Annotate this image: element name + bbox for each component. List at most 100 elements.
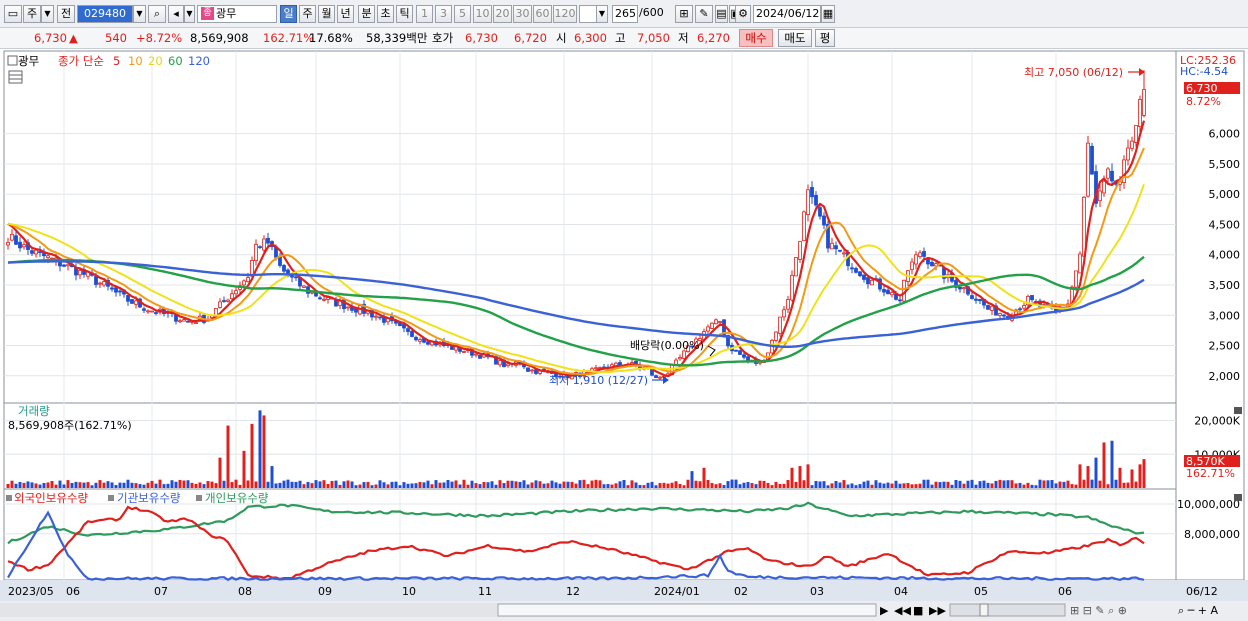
volume-bar [750,483,754,488]
volume-bar [630,480,634,488]
date-tick-label: 06 [66,585,80,598]
stop-icon[interactable]: ■ [913,604,923,617]
period-year[interactable]: 년 [337,5,354,23]
speaker-icon[interactable]: ◂ [168,5,184,23]
candle-body [258,246,262,249]
volume-bar [802,480,806,488]
volume-panel-close-icon[interactable] [1234,407,1242,414]
scrollbar-thumb[interactable] [497,603,877,617]
volume-bar [626,485,630,488]
stock-name-field[interactable]: 종 광무 [197,5,277,23]
zoom-slider[interactable] [949,603,1066,617]
interval-dropdown-icon[interactable]: ▼ [596,5,608,23]
average-button[interactable]: 평 [815,29,835,47]
candle-body [262,238,266,251]
price-tick-label: 5,000 [1209,188,1241,201]
volume-bar [366,481,370,488]
bar-count-input[interactable]: 265 [612,5,638,23]
interval-1[interactable]: 1 [416,5,433,23]
volume-bar [414,483,418,488]
stock-chart[interactable]: 2,000 2,500 3,000 3,500 4,000 4,500 5,000 5,500… [0,50,1248,621]
volume-bar [402,482,406,488]
market-dropdown-icon[interactable]: ▼ [41,5,54,23]
settings-icon[interactable]: ⚙ [735,5,751,23]
prev-button[interactable]: 전 [57,5,75,23]
volume-bar [1062,481,1066,488]
screen-icon[interactable]: ▤ [715,5,728,23]
interval-3[interactable]: 3 [435,5,452,23]
candle-body [526,367,530,372]
legend-marker-icon[interactable] [7,55,18,66]
interval-10[interactable]: 10 [473,5,492,23]
volume-bar [54,484,58,488]
period-month[interactable]: 월 [318,5,335,23]
interval-60[interactable]: 60 [533,5,552,23]
zoom-controls-icon[interactable]: ⌕ ─ + A [1178,604,1218,617]
holdings-panel-close-icon[interactable] [1234,494,1242,501]
candle-body [1102,180,1106,194]
volume-bar [614,483,618,488]
volume-bar [778,483,782,488]
volume-bar [866,480,870,488]
volume-bar [926,479,930,488]
date-tick-label: 11 [478,585,492,598]
volume-bar [134,483,138,488]
volume-bar [1130,469,1134,488]
volume-bar [206,481,210,488]
code-dropdown-icon[interactable]: ▼ [133,5,146,23]
date-input[interactable]: 2024/06/12 [753,5,821,23]
volume-bar [886,482,890,488]
stock-code-input[interactable]: 029480 [77,5,133,23]
interval-20[interactable]: 20 [493,5,512,23]
speaker-dropdown-icon[interactable]: ▼ [184,5,195,23]
zoom-slider-thumb[interactable] [979,603,989,617]
volume-bar [642,485,646,488]
interval-120[interactable]: 120 [553,5,577,23]
volume-bar [562,481,566,488]
volume-bar [110,482,114,488]
first-page-icon[interactable]: ◀◀ [894,604,911,617]
interval-30[interactable]: 30 [513,5,532,23]
search-icon[interactable]: ⌕ [148,5,166,23]
volume-bar [34,483,38,488]
chart-tools-icon[interactable]: ⊞ ⊟ ✎ ⌕ ⊕ [1070,604,1127,617]
ask-price: 6,730 [465,31,498,45]
volume-bar [966,480,970,488]
indicator-table-icon[interactable] [8,70,23,84]
window-menu-icon[interactable]: ▭ [4,5,22,23]
candle-body [322,298,326,301]
up-arrow-icon: ▲ [69,31,78,45]
volume-bar [570,481,574,488]
volume-legend-label: 거래량 [18,404,50,418]
interval-5[interactable]: 5 [454,5,471,23]
period-tick[interactable]: 틱 [396,5,413,23]
period-minute[interactable]: 분 [358,5,375,23]
candle-body [898,299,902,302]
draw-tool-icon[interactable]: ✎ [695,5,713,23]
buy-button[interactable]: 매수 [739,29,773,47]
candle-body [962,287,966,290]
volume-bar [1046,480,1050,488]
candle-body [818,207,822,217]
volume-bar [222,480,226,488]
volume-bar [378,480,382,488]
candle-body [886,289,890,295]
volume-bar [74,481,78,488]
market-select[interactable]: 주 [23,5,41,23]
volume-bar [330,480,334,488]
period-day[interactable]: 일 [280,5,297,23]
scroll-right-icon[interactable]: ▶ [880,604,889,617]
period-week[interactable]: 주 [299,5,316,23]
volume-value: 8,569,908 [190,31,249,45]
sell-button[interactable]: 매도 [778,29,812,47]
last-page-icon[interactable]: ▶▶ [929,604,946,617]
open-price: 6,300 [574,31,607,45]
period-second[interactable]: 초 [377,5,394,23]
chart-type-icon[interactable]: ⊞ [675,5,693,23]
candle-body [822,215,826,226]
volume-bar [1010,480,1014,488]
volume-bar [598,480,602,488]
calendar-icon[interactable]: ▦ [821,5,835,23]
low-price: 6,270 [697,31,730,45]
candle-body [1074,270,1078,288]
